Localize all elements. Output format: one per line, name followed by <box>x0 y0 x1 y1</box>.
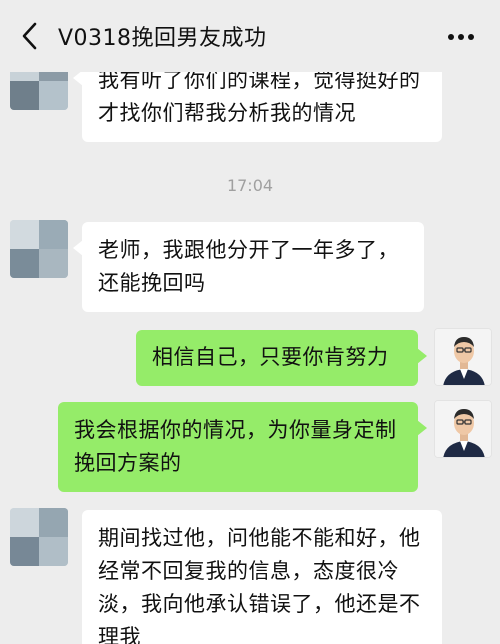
chat-header: V0318挽回男友成功 <box>0 0 500 72</box>
chat-title: V0318挽回男友成功 <box>58 26 267 51</box>
message-text: 我有听了你们的课程，觉得挺好的才找你们帮我分析我的情况 <box>98 68 421 125</box>
message-bubble[interactable]: 相信自己，只要你肯努力 <box>136 330 427 386</box>
chevron-left-icon <box>22 22 37 50</box>
message-text: 老师，我跟他分开了一年多了，还能挽回吗 <box>98 238 399 295</box>
message-bubble[interactable]: 老师，我跟他分开了一年多了，还能挽回吗 <box>73 222 424 312</box>
message-bubble[interactable]: 期间找过他，问他能不能和好，他经常不回复我的信息，态度很冷淡，我向他承认错误了，… <box>82 510 442 644</box>
contact-avatar[interactable] <box>10 508 68 566</box>
contact-avatar[interactable] <box>10 220 68 278</box>
teacher-avatar[interactable] <box>434 328 492 386</box>
message-bubble[interactable]: 我会根据你的情况，为你量身定制挽回方案的 <box>58 402 427 492</box>
message-text: 期间找过他，问他能不能和好，他经常不回复我的信息，态度很冷淡，我向他承认错误了，… <box>98 526 421 644</box>
more-options-button[interactable] <box>446 22 476 52</box>
more-dots-icon <box>448 34 474 40</box>
back-button[interactable] <box>14 18 44 54</box>
timestamp: 17:04 <box>226 176 274 195</box>
teacher-avatar[interactable] <box>434 400 492 458</box>
person-avatar-icon <box>435 329 491 385</box>
message-text: 相信自己，只要你肯努力 <box>152 345 389 369</box>
message-text: 我会根据你的情况，为你量身定制挽回方案的 <box>74 418 397 475</box>
person-avatar-icon <box>435 401 491 457</box>
